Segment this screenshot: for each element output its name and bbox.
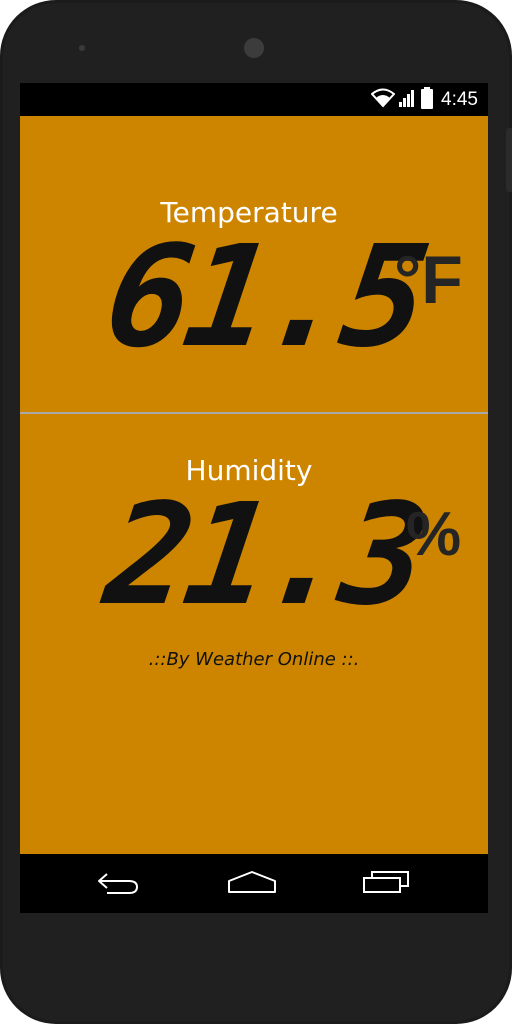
- section-divider: [20, 412, 488, 414]
- recents-button[interactable]: [356, 864, 416, 904]
- battery-icon: [421, 87, 434, 113]
- temperature-unit: °F: [394, 242, 463, 318]
- status-bar: 4:45: [20, 83, 488, 116]
- phone-frame: 4:45 Temperature 61.5 °F Humidity 21.3 %…: [0, 0, 512, 1024]
- back-button[interactable]: [87, 864, 147, 904]
- screen: 4:45 Temperature 61.5 °F Humidity 21.3 %…: [20, 83, 488, 913]
- front-speaker: [79, 45, 85, 51]
- wifi-icon: [370, 88, 396, 112]
- temperature-value: 61.5: [96, 216, 433, 379]
- status-time: 4:45: [441, 89, 478, 110]
- home-button[interactable]: [222, 864, 282, 904]
- back-icon: [93, 868, 141, 900]
- power-button: [506, 128, 512, 192]
- weather-display: Temperature 61.5 °F Humidity 21.3 % .::B…: [20, 116, 488, 854]
- humidity-value: 21.3: [96, 474, 433, 637]
- status-icons: 4:45: [370, 87, 478, 113]
- humidity-unit: %: [406, 500, 462, 569]
- front-camera: [244, 38, 264, 58]
- home-icon: [226, 868, 278, 900]
- credit-text: .::By Weather Online ::.: [148, 649, 360, 670]
- signal-icon: [399, 88, 417, 112]
- navigation-bar: [20, 854, 488, 913]
- recents-icon: [360, 868, 412, 900]
